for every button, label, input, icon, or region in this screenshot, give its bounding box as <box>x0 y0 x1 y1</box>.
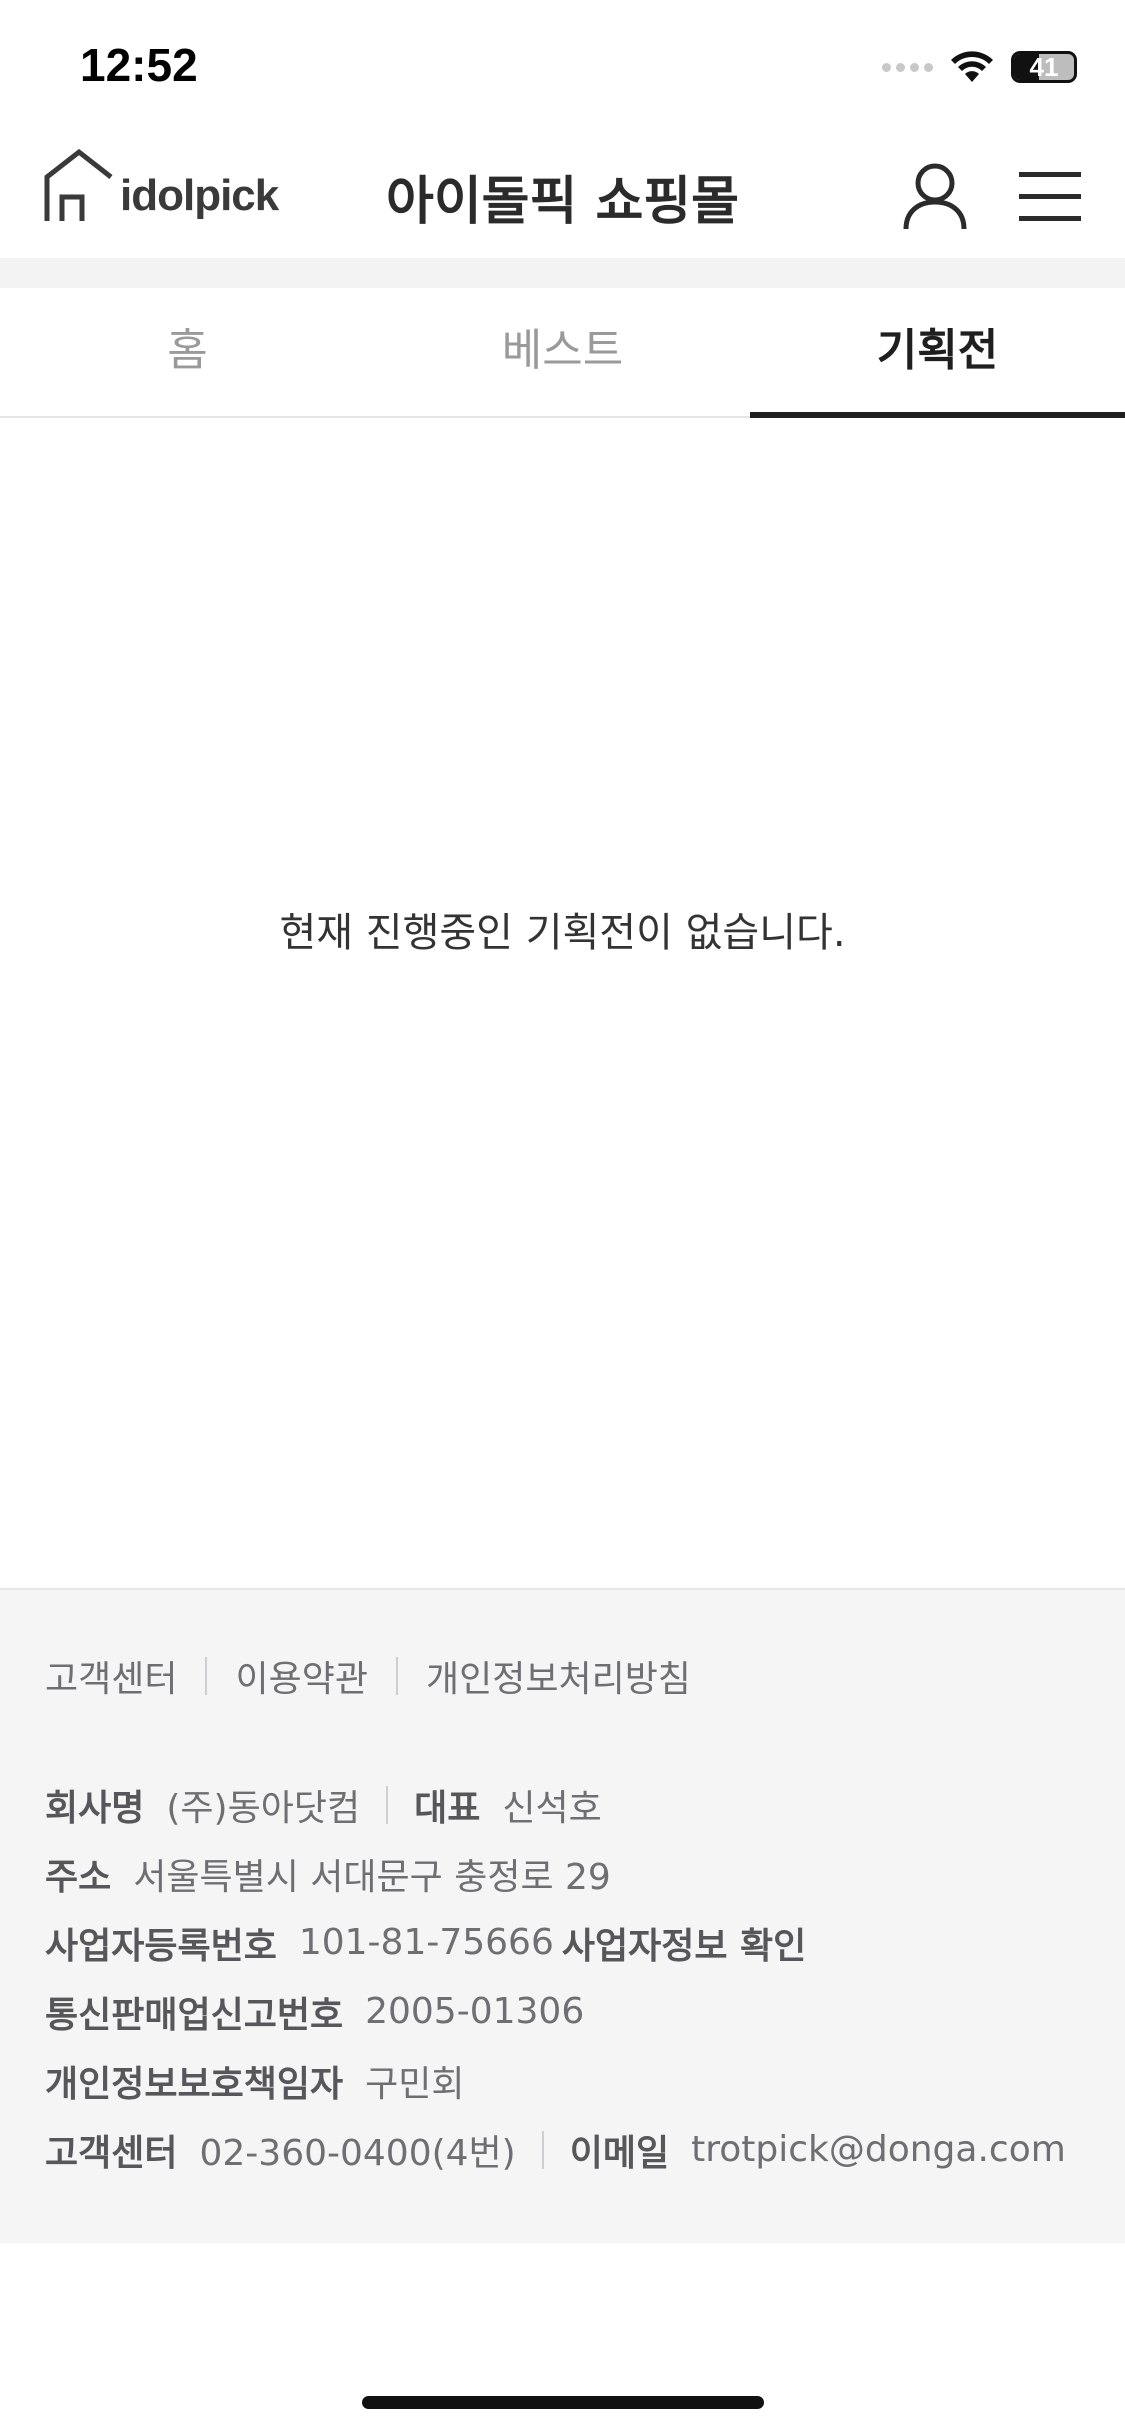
wifi-icon <box>951 51 993 82</box>
privacy-officer-label: 개인정보보호책임자 <box>45 2063 344 2105</box>
company-info: 회사명 (주)동아닷컴 대표 신석호 주소 서울특별시 서대문구 충정로 29 … <box>45 1770 1066 2184</box>
company-label: 회사명 <box>45 1787 145 1829</box>
telecom-sales-row: 통신판매업신고번호 2005-01306 <box>45 1977 1066 2046</box>
my-account-button[interactable] <box>900 161 970 231</box>
footer-links: 고객센터 이용약관 개인정보처리방침 <box>45 1650 691 1702</box>
divider <box>395 1657 398 1695</box>
menu-button[interactable] <box>1015 161 1085 231</box>
ceo-label: 대표 <box>414 1787 481 1829</box>
privacy-officer-value: 구민회 <box>365 2063 465 2105</box>
tab-best[interactable]: 베스트 <box>375 288 750 416</box>
status-bar: 12:52 41 <box>0 0 1125 135</box>
business-number-value: 101-81-75666 <box>298 1922 554 1963</box>
tab-bar: 홈 베스트 기획전 <box>0 288 1125 418</box>
divider <box>205 1657 208 1695</box>
address-value: 서울특별시 서대문구 충정로 29 <box>133 1856 611 1898</box>
battery-level: 41 <box>1029 52 1059 82</box>
email-label: 이메일 <box>569 2132 670 2174</box>
customer-center-phone: 02-360-0400(4번) <box>199 2132 516 2174</box>
address-label: 주소 <box>45 1856 112 1898</box>
user-icon <box>903 163 967 230</box>
tab-exhibition[interactable]: 기획전 <box>750 288 1125 418</box>
address-row: 주소 서울특별시 서대문구 충정로 29 <box>45 1839 1066 1908</box>
telecom-sales-label: 통신판매업신고번호 <box>45 1994 344 2036</box>
telecom-sales-value: 2005-01306 <box>365 1991 585 2032</box>
home-indicator <box>362 2396 764 2409</box>
company-value: (주)동아닷컴 <box>166 1787 361 1829</box>
empty-state-message: 현재 진행중인 기획전이 없습니다. <box>279 910 846 956</box>
footer: 고객센터 이용약관 개인정보처리방침 회사명 (주)동아닷컴 대표 신석호 주소… <box>0 1588 1125 2243</box>
divider <box>541 2130 544 2169</box>
app-header: idolpick 아이돌픽 쇼핑몰 <box>0 135 1125 258</box>
customer-center-label: 고객센터 <box>45 2132 178 2174</box>
cellular-signal-icon <box>882 62 933 72</box>
footer-link-customer-center[interactable]: 고객센터 <box>45 1650 177 1702</box>
status-icons: 41 <box>882 50 1077 84</box>
battery-icon: 41 <box>1011 51 1077 83</box>
business-info-check-link[interactable]: 사업자정보 확인 <box>562 1917 806 1969</box>
footer-link-privacy-policy[interactable]: 개인정보처리방침 <box>426 1650 691 1702</box>
header-divider-band <box>0 258 1125 288</box>
email-value: trotpick@donga.com <box>691 2129 1066 2170</box>
contact-row: 고객센터 02-360-0400(4번) 이메일 trotpick@donga.… <box>45 2115 1066 2184</box>
footer-link-terms[interactable]: 이용약관 <box>235 1650 367 1702</box>
company-row: 회사명 (주)동아닷컴 대표 신석호 <box>45 1770 1066 1839</box>
status-time: 12:52 <box>80 39 198 91</box>
privacy-officer-row: 개인정보보호책임자 구민회 <box>45 2046 1066 2115</box>
tab-home[interactable]: 홈 <box>0 288 375 416</box>
business-number-row: 사업자등록번호 101-81-75666 사업자정보 확인 <box>45 1908 1066 1977</box>
ceo-value: 신석호 <box>502 1787 602 1829</box>
divider <box>386 1785 389 1824</box>
hamburger-menu-icon <box>1019 172 1081 221</box>
business-number-label: 사업자등록번호 <box>45 1925 277 1967</box>
